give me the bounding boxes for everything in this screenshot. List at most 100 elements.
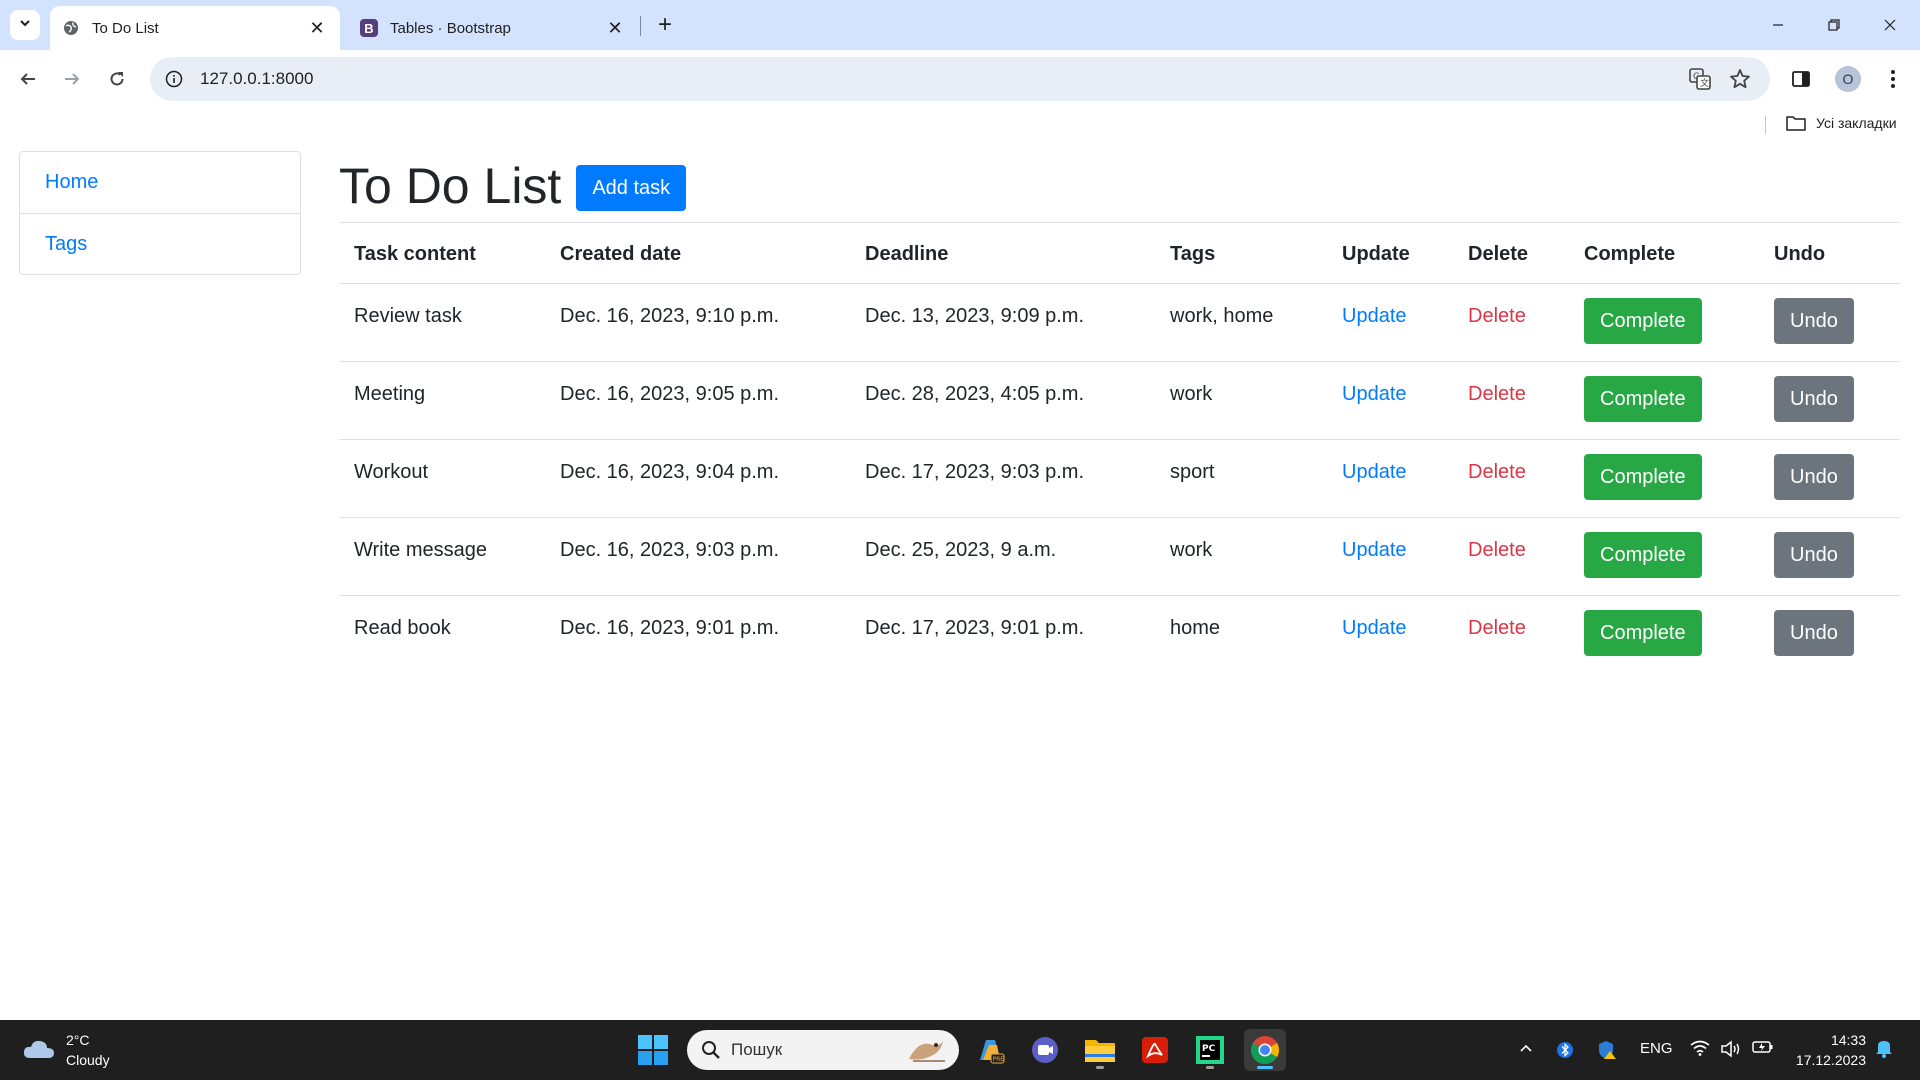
sidebar-item-home[interactable]: Home xyxy=(20,152,300,213)
add-task-button[interactable]: Add task xyxy=(576,165,687,211)
bluetooth-tray-icon[interactable] xyxy=(1557,1040,1573,1060)
page-header: To Do List Add task xyxy=(339,150,1900,222)
clock-time: 14:33 xyxy=(1830,1032,1866,1048)
svg-text:文: 文 xyxy=(1700,77,1709,89)
sidebar-nav: Home Tags xyxy=(19,151,301,275)
taskbar-file-explorer[interactable] xyxy=(1079,1029,1121,1071)
tab-divider xyxy=(640,16,641,36)
bookmarks-divider xyxy=(1765,116,1766,134)
task-deadline: Dec. 28, 2023, 4:05 p.m. xyxy=(850,361,1155,440)
complete-cell: Complete xyxy=(1569,284,1759,362)
complete-button[interactable]: Complete xyxy=(1584,454,1702,500)
copilot-icon: PRE xyxy=(980,1040,1005,1064)
restore-button[interactable] xyxy=(1806,0,1862,50)
start-button[interactable] xyxy=(638,1035,668,1070)
delete-cell: Delete xyxy=(1453,439,1569,518)
close-tab-icon[interactable]: ✕ xyxy=(604,17,626,39)
side-panel-icon xyxy=(1792,71,1810,87)
undo-button[interactable]: Undo xyxy=(1774,610,1854,656)
delete-link[interactable]: Delete xyxy=(1468,305,1526,327)
complete-button[interactable]: Complete xyxy=(1584,532,1702,578)
undo-cell: Undo xyxy=(1759,361,1900,440)
new-tab-button[interactable]: + xyxy=(650,10,680,40)
task-content: Read book xyxy=(339,595,545,674)
all-bookmarks-button[interactable]: Усі закладки xyxy=(1786,115,1897,131)
active-indicator xyxy=(1257,1066,1273,1069)
task-deadline: Dec. 13, 2023, 9:09 p.m. xyxy=(865,305,1085,327)
taskbar-chrome[interactable] xyxy=(1244,1029,1286,1071)
bootstrap-logo-icon: B xyxy=(360,19,378,37)
volume-tray-icon[interactable] xyxy=(1720,1040,1742,1058)
input-language[interactable]: ENG xyxy=(1640,1040,1673,1057)
column-header-update: Update xyxy=(1327,222,1453,284)
weather-widget[interactable]: 2°C Cloudy xyxy=(22,1030,110,1070)
back-button[interactable] xyxy=(10,61,46,97)
battery-tray-icon[interactable] xyxy=(1752,1040,1774,1054)
close-tab-icon[interactable]: ✕ xyxy=(306,17,328,39)
update-link[interactable]: Update xyxy=(1342,539,1407,561)
video-call-icon xyxy=(1032,1037,1058,1063)
taskbar-pycharm[interactable]: PC xyxy=(1189,1029,1231,1071)
security-tray-icon[interactable] xyxy=(1597,1040,1617,1060)
side-panel-button[interactable] xyxy=(1781,59,1821,99)
close-window-button[interactable] xyxy=(1862,0,1918,50)
url-text[interactable]: 127.0.0.1:8000 xyxy=(200,69,313,89)
undo-button[interactable]: Undo xyxy=(1774,532,1854,578)
tab-title: Tables · Bootstrap xyxy=(390,19,511,37)
undo-button[interactable]: Undo xyxy=(1774,376,1854,422)
bookmark-star-button[interactable] xyxy=(1720,59,1760,99)
taskbar-teams[interactable] xyxy=(1024,1029,1066,1071)
task-created-date: Dec. 16, 2023, 9:04 p.m. xyxy=(545,439,850,518)
update-link[interactable]: Update xyxy=(1342,305,1407,327)
site-info-icon[interactable] xyxy=(164,69,184,89)
task-tags: home xyxy=(1155,595,1327,674)
speaker-icon xyxy=(1721,1040,1740,1058)
tab-to-do-list[interactable]: To Do List ✕ xyxy=(50,6,340,50)
sidebar-item-tags[interactable]: Tags xyxy=(20,213,300,274)
delete-link[interactable]: Delete xyxy=(1468,617,1526,639)
update-link[interactable]: Update xyxy=(1342,383,1407,405)
undo-cell: Undo xyxy=(1759,284,1900,362)
forward-button[interactable] xyxy=(54,61,90,97)
undo-cell: Undo xyxy=(1759,439,1900,518)
delete-cell: Delete xyxy=(1453,517,1569,596)
tab-search-button[interactable] xyxy=(10,10,40,40)
update-link[interactable]: Update xyxy=(1342,461,1407,483)
tab-tables-bootstrap[interactable]: B Tables · Bootstrap ✕ xyxy=(348,6,638,50)
arrow-left-icon xyxy=(20,73,35,85)
column-header-complete: Complete xyxy=(1569,222,1759,284)
complete-button[interactable]: Complete xyxy=(1584,298,1702,344)
delete-cell: Delete xyxy=(1453,595,1569,674)
show-hidden-icons-button[interactable] xyxy=(1518,1040,1534,1056)
wifi-tray-icon[interactable] xyxy=(1690,1040,1710,1056)
taskbar-search[interactable]: Пошук xyxy=(687,1030,959,1070)
address-bar[interactable]: 127.0.0.1:8000 xyxy=(150,57,1770,101)
weather-temperature: 2°C xyxy=(66,1032,90,1048)
taskbar-clock[interactable]: 14:33 17.12.2023 xyxy=(1790,1030,1866,1070)
task-content: Write message xyxy=(339,517,545,596)
profile-avatar[interactable]: O xyxy=(1835,66,1861,92)
task-created-date: Dec. 16, 2023, 9:10 p.m. xyxy=(560,305,780,327)
browser-menu-button[interactable] xyxy=(1873,59,1913,99)
pycharm-icon: PC xyxy=(1196,1036,1224,1064)
translate-button[interactable]: G文 xyxy=(1680,59,1720,99)
taskbar-copilot[interactable]: PRE xyxy=(969,1029,1011,1071)
undo-button[interactable]: Undo xyxy=(1774,298,1854,344)
minimize-button[interactable] xyxy=(1750,0,1806,50)
reload-button[interactable] xyxy=(99,61,135,97)
column-header-undo: Undo xyxy=(1759,222,1900,284)
undo-cell: Undo xyxy=(1759,595,1900,674)
delete-link[interactable]: Delete xyxy=(1468,539,1526,561)
column-header-tags: Tags xyxy=(1155,222,1327,284)
delete-link[interactable]: Delete xyxy=(1468,383,1526,405)
folder-icon xyxy=(1786,115,1806,131)
notifications-button[interactable] xyxy=(1875,1038,1893,1063)
running-indicator xyxy=(1096,1066,1104,1069)
complete-button[interactable]: Complete xyxy=(1584,610,1702,656)
undo-button[interactable]: Undo xyxy=(1774,454,1854,500)
update-link[interactable]: Update xyxy=(1342,617,1407,639)
taskbar-acrobat[interactable] xyxy=(1134,1029,1176,1071)
delete-link[interactable]: Delete xyxy=(1468,461,1526,483)
update-cell: Update xyxy=(1327,595,1453,674)
complete-button[interactable]: Complete xyxy=(1584,376,1702,422)
